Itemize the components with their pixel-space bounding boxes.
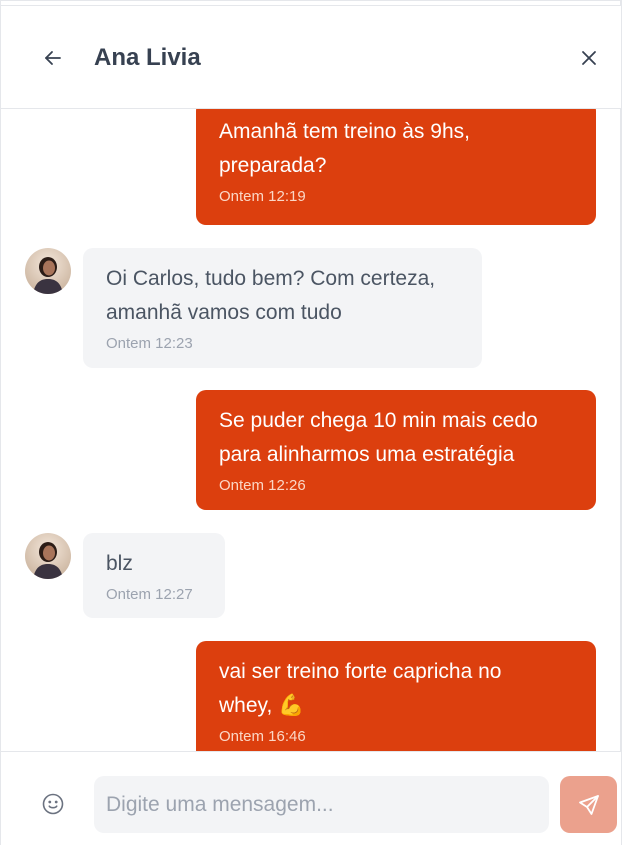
message-line: Se puder chega 10 min mais cedo [219, 409, 538, 432]
message-timestamp: Ontem 12:26 [219, 477, 306, 494]
message-composer [1, 751, 621, 845]
message-outgoing: Se puder chega 10 min mais cedo para ali… [196, 390, 596, 510]
message-text: Se puder chega 10 min mais cedo para ali… [219, 404, 572, 472]
contact-name: Ana Livia [94, 44, 201, 71]
send-icon [578, 794, 599, 815]
message-outgoing: Amanhã tem treino às 9hs, preparada? Ont… [196, 109, 596, 225]
close-button[interactable] [573, 42, 605, 74]
chat-window: Ana Livia Amanhã tem treino às 9hs, prep… [0, 0, 622, 845]
message-line: vai ser treino forte capricha no [219, 660, 502, 683]
message-timestamp: Ontem 12:23 [106, 335, 193, 352]
message-timestamp: Ontem 12:27 [106, 586, 193, 603]
emoji-button[interactable] [39, 790, 67, 818]
close-icon [582, 51, 596, 65]
message-text: Oi Carlos, tudo bem? Com certeza, amanhã… [106, 262, 458, 330]
message-line: blz [106, 552, 133, 575]
message-line: Oi Carlos, tudo bem? Com certeza, [106, 267, 436, 290]
message-line: para alinharmos uma estratégia [219, 443, 515, 466]
smiley-icon [42, 793, 64, 815]
message-line: whey, 💪 [219, 694, 305, 717]
message-line: amanhã vamos com tudo [106, 301, 342, 324]
message-text: Amanhã tem treino às 9hs, preparada? [219, 115, 572, 183]
message-input[interactable] [94, 776, 549, 833]
message-line: preparada? [219, 154, 327, 177]
send-button[interactable] [560, 776, 617, 833]
message-line: Amanhã tem treino às 9hs, [219, 120, 470, 143]
chat-header: Ana Livia [1, 5, 621, 109]
message-text: blz [106, 547, 201, 581]
avatar[interactable] [25, 248, 71, 294]
message-outgoing: vai ser treino forte capricha no whey, 💪… [196, 641, 596, 751]
message-incoming: Oi Carlos, tudo bem? Com certeza, amanhã… [83, 248, 482, 368]
message-timestamp: Ontem 12:19 [219, 188, 306, 205]
avatar[interactable] [25, 533, 71, 579]
arrow-left-icon [45, 51, 61, 65]
message-text: vai ser treino forte capricha no whey, 💪 [219, 655, 572, 723]
message-incoming: blz Ontem 12:27 [83, 533, 225, 618]
message-list[interactable]: Amanhã tem treino às 9hs, preparada? Ont… [1, 109, 621, 751]
message-timestamp: Ontem 16:46 [219, 728, 306, 745]
back-button[interactable] [37, 42, 69, 74]
